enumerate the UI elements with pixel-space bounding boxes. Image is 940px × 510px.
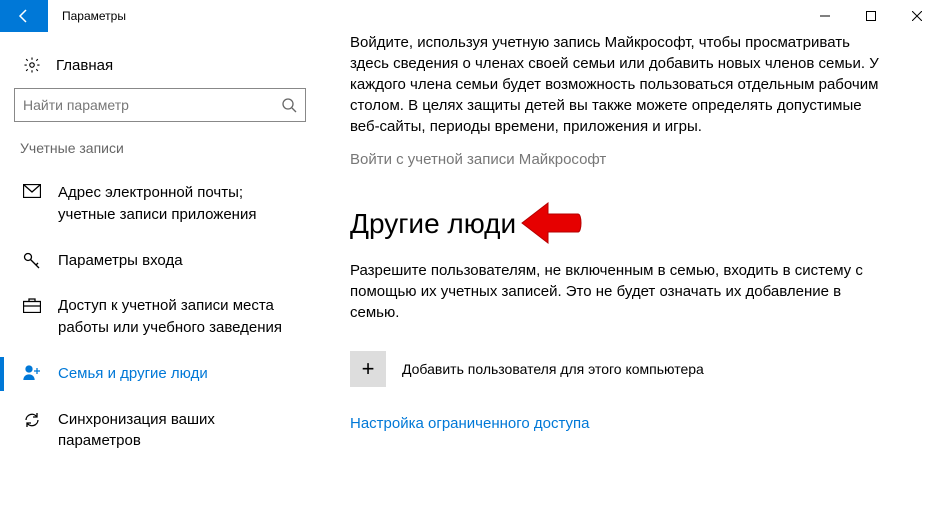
search-icon [281, 97, 297, 113]
sidebar-item-work-access[interactable]: Доступ к учетной записи места работы или… [0, 283, 320, 351]
key-icon [20, 250, 44, 270]
section-title-text: Другие люди [350, 208, 516, 240]
back-button[interactable] [0, 0, 48, 32]
home-nav[interactable]: Главная [0, 48, 320, 88]
mail-icon [20, 182, 44, 198]
sidebar-item-label: Семья и другие люди [44, 363, 208, 385]
sync-icon [20, 409, 44, 429]
sidebar-section-label: Учетные записи [0, 140, 320, 170]
sidebar-item-label: Доступ к учетной записи места работы или… [44, 295, 300, 339]
main-content: Войдите, используя учетную запись Майкро… [320, 32, 940, 510]
sidebar-item-signin-options[interactable]: Параметры входа [0, 238, 320, 284]
add-user-label: Добавить пользователя для этого компьюте… [402, 361, 704, 377]
window-title: Параметры [48, 0, 126, 32]
people-icon [20, 363, 44, 381]
annotation-arrow-icon [520, 198, 590, 248]
sidebar-item-sync[interactable]: Синхронизация ваших параметров [0, 397, 320, 465]
briefcase-icon [20, 295, 44, 313]
sidebar-item-email-accounts[interactable]: Адрес электронной почты; учетные записи … [0, 170, 320, 238]
gear-icon [20, 56, 44, 74]
family-intro-text: Войдите, используя учетную запись Майкро… [350, 32, 890, 137]
sidebar-item-label: Параметры входа [44, 250, 183, 272]
titlebar: Параметры [0, 0, 940, 32]
home-label: Главная [44, 57, 113, 74]
close-button[interactable] [894, 0, 940, 32]
sidebar-item-label: Адрес электронной почты; учетные записи … [44, 182, 300, 226]
search-input[interactable] [23, 97, 281, 113]
add-user-button[interactable]: + Добавить пользователя для этого компью… [350, 351, 910, 387]
window-controls [802, 0, 940, 32]
sidebar-item-family[interactable]: Семья и другие люди [0, 351, 320, 397]
kiosk-link[interactable]: Настройка ограниченного доступа [350, 415, 910, 432]
other-people-heading: Другие люди [350, 208, 910, 240]
sidebar: Главная Учетные записи Адрес электронной… [0, 32, 320, 510]
sidebar-item-label: Синхронизация ваших параметров [44, 409, 300, 453]
minimize-button[interactable] [802, 0, 848, 32]
plus-icon: + [350, 351, 386, 387]
maximize-button[interactable] [848, 0, 894, 32]
signin-ms-link[interactable]: Войти с учетной записи Майкрософт [350, 151, 910, 168]
other-people-desc: Разрешите пользователям, не включенным в… [350, 260, 890, 323]
search-input-wrap[interactable] [14, 88, 306, 122]
